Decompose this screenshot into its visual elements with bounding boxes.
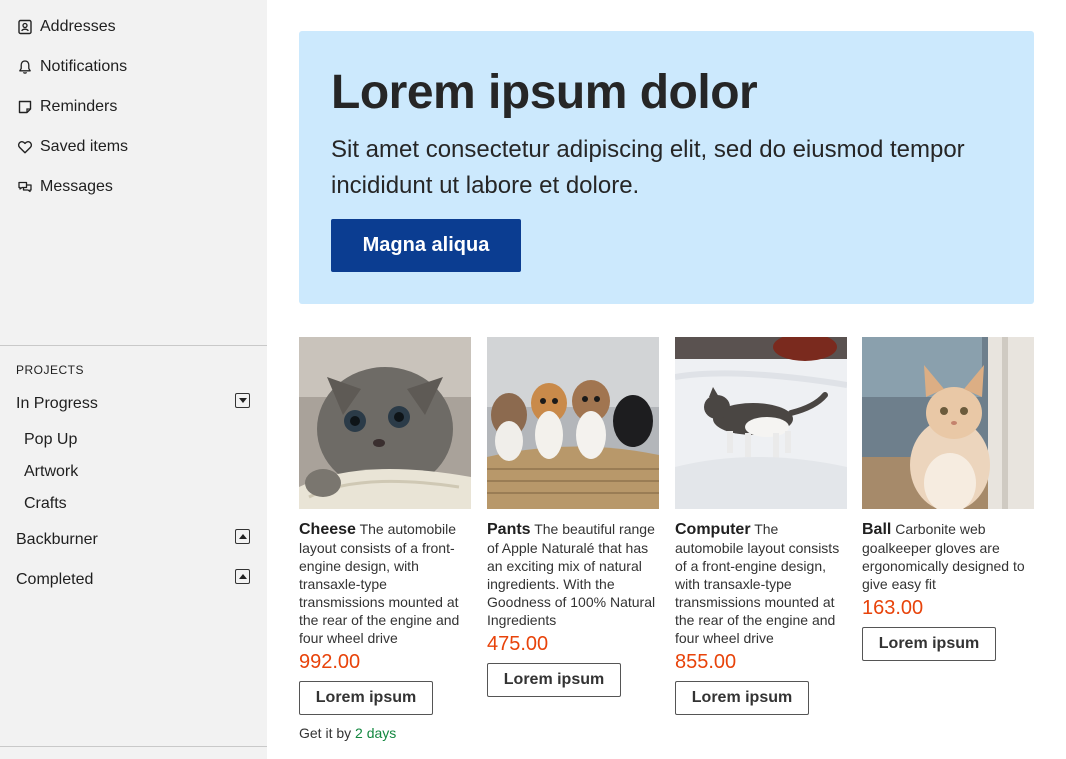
- product-card: Cheese The automobile layout consists of…: [299, 337, 471, 741]
- product-image-cat-snow[interactable]: [675, 337, 847, 509]
- chevron-down-icon: [238, 398, 247, 403]
- hero-title: Lorem ipsum dolor: [331, 66, 758, 119]
- product-description: Cheese The automobile layout consists of…: [299, 520, 471, 647]
- sidebar-item-messages[interactable]: Messages: [16, 175, 113, 199]
- bell-icon: [16, 58, 34, 76]
- project-group-completed[interactable]: Completed: [16, 571, 93, 589]
- collapse-toggle-in-progress[interactable]: [235, 393, 250, 408]
- shipping-info: Get it by 2 days: [299, 725, 471, 741]
- projects-heading: PROJECTS: [16, 363, 85, 377]
- contact-card-icon: [16, 18, 34, 36]
- chat-bubbles-icon: [16, 178, 34, 196]
- note-icon: [16, 98, 34, 116]
- product-name: Ball: [862, 521, 892, 538]
- sidebar: Addresses Notifications Reminders Saved …: [0, 0, 267, 759]
- sidebar-item-label: Addresses: [40, 18, 116, 35]
- sidebar-item-notifications[interactable]: Notifications: [16, 55, 127, 79]
- product-name: Pants: [487, 521, 531, 538]
- shipping-prefix: Get it by: [299, 725, 352, 741]
- chevron-up-icon: [238, 574, 247, 579]
- product-card: Computer The automobile layout consists …: [675, 337, 847, 715]
- product-description-text: The automobile layout consists of a fron…: [299, 521, 460, 646]
- project-group-backburner[interactable]: Backburner: [16, 531, 98, 549]
- product-price: 163.00: [862, 597, 924, 619]
- hero-cta-button[interactable]: Magna aliqua: [331, 219, 521, 272]
- product-price: 992.00: [299, 651, 361, 673]
- heart-icon: [16, 138, 34, 156]
- sidebar-divider: [0, 345, 267, 346]
- project-item-crafts[interactable]: Crafts: [24, 495, 67, 513]
- expand-toggle-completed[interactable]: [235, 569, 250, 584]
- product-description-text: The automobile layout consists of a fron…: [675, 521, 840, 646]
- hero-text: Sit amet consectetur adipiscing elit, se…: [331, 136, 965, 199]
- product-button[interactable]: Lorem ipsum: [487, 663, 621, 697]
- project-group-in-progress[interactable]: In Progress: [16, 395, 98, 413]
- expand-toggle-backburner[interactable]: [235, 529, 250, 544]
- sidebar-item-saved-items[interactable]: Saved items: [16, 135, 128, 159]
- product-button[interactable]: Lorem ipsum: [862, 627, 996, 661]
- product-card: Ball Carbonite web goalkeeper gloves are…: [862, 337, 1034, 661]
- product-image-kittens-basket[interactable]: [487, 337, 659, 509]
- product-description: Computer The automobile layout consists …: [675, 520, 847, 647]
- sidebar-item-reminders[interactable]: Reminders: [16, 95, 117, 119]
- sidebar-item-label: Messages: [40, 178, 113, 195]
- hero-banner: Lorem ipsum dolor Sit amet consectetur a…: [299, 31, 1034, 304]
- sidebar-item-label: Saved items: [40, 138, 129, 155]
- product-image-kitten-gray[interactable]: [299, 337, 471, 509]
- project-item-pop-up[interactable]: Pop Up: [24, 431, 77, 449]
- product-button[interactable]: Lorem ipsum: [299, 681, 433, 715]
- chevron-up-icon: [238, 534, 247, 539]
- product-price: 475.00: [487, 633, 549, 655]
- product-image-cat-orange[interactable]: [862, 337, 1034, 509]
- sidebar-item-addresses[interactable]: Addresses: [16, 15, 116, 39]
- sidebar-bottom-divider: [0, 746, 267, 747]
- product-name: Computer: [675, 521, 751, 538]
- product-name: Cheese: [299, 521, 356, 538]
- product-description: Ball Carbonite web goalkeeper gloves are…: [862, 520, 1034, 593]
- sidebar-item-label: Notifications: [40, 58, 128, 75]
- product-button[interactable]: Lorem ipsum: [675, 681, 809, 715]
- product-card: Pants The beautiful range of Apple Natur…: [487, 337, 659, 697]
- shipping-days: 2 days: [355, 725, 397, 741]
- project-item-artwork[interactable]: Artwork: [24, 463, 78, 481]
- product-description: Pants The beautiful range of Apple Natur…: [487, 520, 659, 629]
- product-price: 855.00: [675, 651, 737, 673]
- sidebar-item-label: Reminders: [40, 98, 118, 115]
